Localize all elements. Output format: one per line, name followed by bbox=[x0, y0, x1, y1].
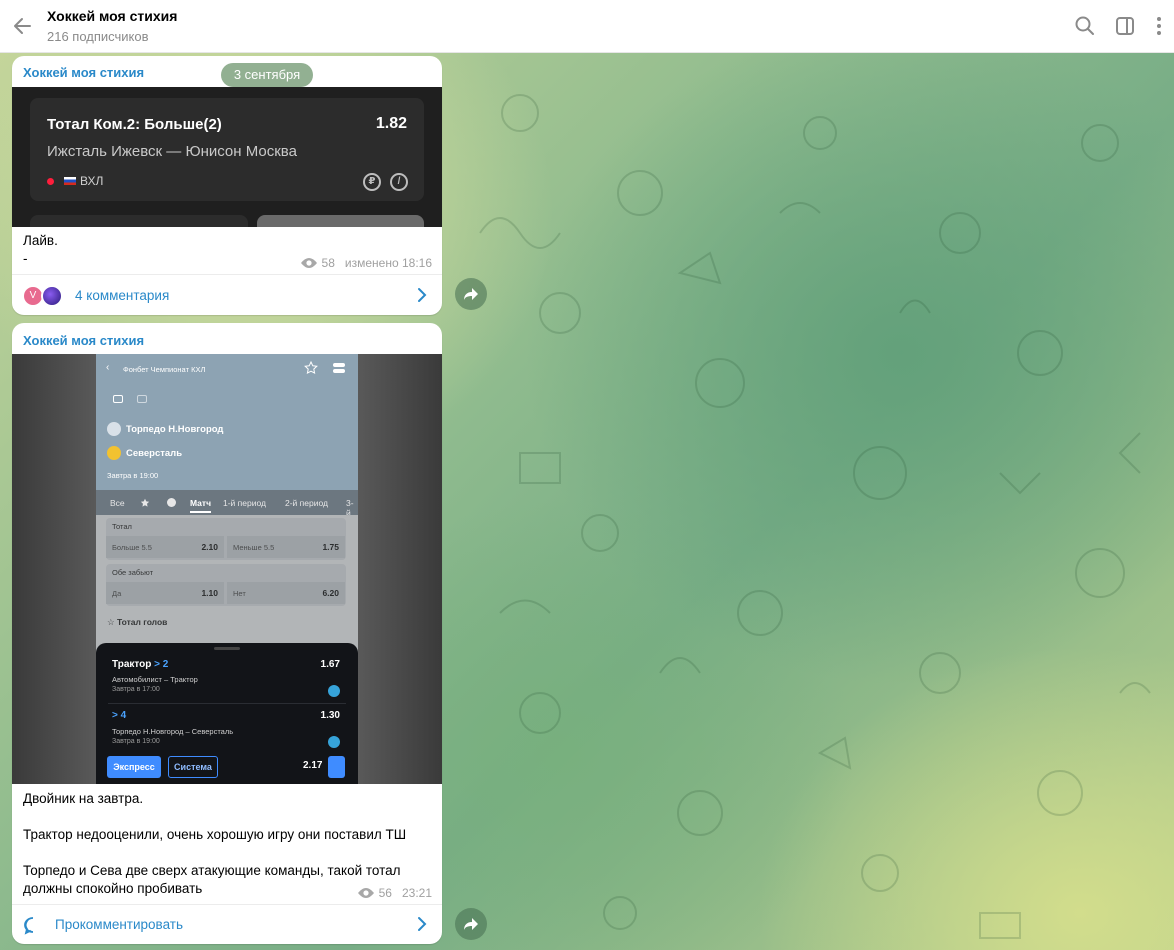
market-tabs: Все Матч 1-й период 2-й период 3-й bbox=[96, 490, 358, 518]
puck-icon: / bbox=[390, 173, 408, 191]
bet-secondary-button bbox=[257, 215, 424, 227]
coupon-item: > 4 1.30 Торпедо Н.Новгород – Северсталь… bbox=[108, 707, 346, 753]
channel-post: Хоккей моя стихия Тотал Ком.2: Больше(2)… bbox=[12, 56, 442, 315]
tab-match: Матч bbox=[190, 498, 212, 513]
channel-post: Хоккей моя стихия ‹ Фонбет Чемпионат КХЛ… bbox=[12, 323, 442, 944]
more-menu-icon[interactable] bbox=[1147, 14, 1171, 38]
comment-bubble-icon bbox=[24, 917, 34, 935]
channel-title[interactable]: Хоккей моя стихия bbox=[47, 8, 177, 24]
russia-flag-icon bbox=[64, 177, 76, 185]
bet-card: Тотал Ком.2: Больше(2) 1.82 Ижсталь Ижев… bbox=[30, 98, 424, 201]
team-logo-icon bbox=[107, 422, 121, 436]
commenter-avatar bbox=[41, 285, 63, 307]
back-arrow-icon: ‹ bbox=[106, 362, 110, 373]
back-arrow-icon[interactable] bbox=[8, 11, 38, 41]
puck-icon bbox=[328, 736, 340, 748]
toggle-icon bbox=[333, 363, 345, 373]
forward-button[interactable] bbox=[455, 278, 487, 310]
comments-button[interactable]: V 4 комментария bbox=[12, 274, 442, 315]
system-button: Система bbox=[168, 756, 218, 778]
star-icon bbox=[304, 361, 318, 375]
bet-odds: 1.82 bbox=[375, 115, 407, 132]
post-time: 23:21 bbox=[401, 886, 432, 900]
star-icon bbox=[140, 498, 150, 507]
tab-period-1: 1-й период bbox=[223, 498, 266, 508]
info-icon bbox=[167, 498, 176, 507]
post-sender[interactable]: Хоккей моя стихия bbox=[23, 333, 144, 348]
post-sender[interactable]: Хоккей моя стихия bbox=[23, 65, 144, 80]
post-text: Лайв. - bbox=[23, 233, 58, 266]
drag-handle bbox=[214, 647, 240, 650]
comment-button[interactable]: Прокомментировать bbox=[12, 904, 442, 944]
total-odds: 2.17 bbox=[303, 760, 323, 771]
live-dot-icon bbox=[47, 177, 54, 185]
puck-icon bbox=[328, 685, 340, 697]
bet-coupon: Трактор > 2 1.67 Автомобилист – Трактор … bbox=[96, 643, 358, 784]
chevron-right-icon bbox=[418, 288, 427, 302]
coupon-arrow-button bbox=[328, 756, 345, 778]
league-name: Фонбет Чемпионат КХЛ bbox=[123, 365, 206, 374]
view-count: 58 bbox=[321, 256, 335, 270]
sidebar-toggle-icon[interactable] bbox=[1113, 14, 1137, 38]
chevron-right-icon bbox=[418, 917, 427, 931]
date-separator: 3 сентября bbox=[221, 63, 313, 87]
bet-league: ВХЛ bbox=[47, 174, 103, 188]
views-eye-icon bbox=[300, 258, 317, 268]
screenshot-image[interactable]: ‹ Фонбет Чемпионат КХЛ Торпедо Н.Новгоро… bbox=[12, 354, 442, 784]
express-button: Экспресс bbox=[107, 756, 161, 778]
share-arrow-icon bbox=[464, 288, 478, 300]
views-eye-icon bbox=[357, 888, 374, 898]
channel-header: Хоккей моя стихия 216 подписчиков bbox=[0, 0, 1174, 53]
view-count: 56 bbox=[378, 886, 392, 900]
forward-button[interactable] bbox=[455, 908, 487, 940]
league-label: ВХЛ bbox=[80, 174, 104, 188]
bet-title: Тотал Ком.2: Больше(2) bbox=[47, 116, 222, 133]
post-text: Двойник на завтра. Трактор недооценили, … bbox=[23, 791, 407, 896]
comments-label: 4 комментария bbox=[75, 288, 170, 303]
team-away: Северсталь bbox=[107, 446, 182, 460]
bet-slip-image[interactable]: Тотал Ком.2: Больше(2) 1.82 Ижсталь Ижев… bbox=[12, 87, 442, 227]
edited-time: изменено 18:16 bbox=[344, 256, 432, 270]
subscriber-count: 216 подписчиков bbox=[47, 29, 149, 44]
post-meta: 56 23:21 bbox=[357, 886, 432, 900]
tab-period-2: 2-й период bbox=[285, 498, 328, 508]
team-logo-icon bbox=[107, 446, 121, 460]
post-meta: 58 изменено 18:16 bbox=[300, 256, 432, 270]
stats-icon bbox=[137, 395, 147, 403]
ruble-icon: ₽ bbox=[363, 173, 381, 191]
bet-match: Ижсталь Ижевск — Юнисон Москва bbox=[47, 143, 297, 160]
comment-label: Прокомментировать bbox=[55, 917, 183, 932]
share-arrow-icon bbox=[464, 918, 478, 930]
tab-all: Все bbox=[110, 498, 125, 508]
bet-action-button bbox=[30, 215, 248, 227]
coupon-item: Трактор > 2 1.67 Автомобилист – Трактор … bbox=[108, 657, 346, 704]
search-icon[interactable] bbox=[1073, 14, 1097, 38]
match-time: Завтра в 19:00 bbox=[107, 471, 159, 480]
team-home: Торпедо Н.Новгород bbox=[107, 422, 223, 436]
tv-icon bbox=[113, 395, 123, 403]
match-header: ‹ Фонбет Чемпионат КХЛ Торпедо Н.Новгоро… bbox=[96, 354, 358, 490]
